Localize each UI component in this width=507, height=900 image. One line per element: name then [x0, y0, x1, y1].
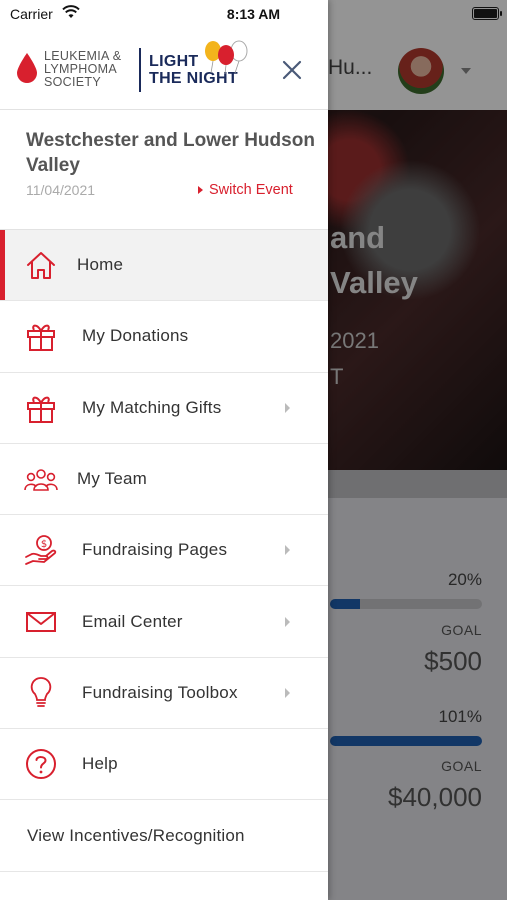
drawer-menu: Home My Donations My Matching Gifts My T…: [0, 230, 328, 872]
menu-label-view-incentives: View Incentives/Recognition: [27, 825, 245, 845]
caret-right-icon: [198, 186, 203, 194]
gift-icon: [24, 319, 58, 353]
chevron-right-icon: [285, 545, 290, 556]
switch-event-link[interactable]: Switch Event: [198, 182, 293, 198]
balloons-logo-icon: [201, 40, 249, 79]
menu-item-fundraising-pages[interactable]: $ Fundraising Pages: [0, 515, 328, 587]
switch-event-label: Switch Event: [209, 182, 293, 198]
clock: 8:13 AM: [226, 6, 281, 22]
gift-icon: [24, 391, 58, 425]
menu-label-fundraising-toolbox: Fundraising Toolbox: [82, 682, 238, 702]
menu-label-email-center: Email Center: [82, 611, 183, 631]
menu-label-my-team: My Team: [77, 469, 148, 489]
drawer-header: LEUKEMIA & LYMPHOMA SOCIETY LIGHT THE NI…: [0, 28, 328, 110]
chevron-right-icon: [285, 616, 290, 627]
team-icon: [24, 462, 58, 496]
menu-label-home: Home: [77, 255, 124, 275]
menu-label-my-matching-gifts: My Matching Gifts: [82, 397, 222, 417]
battery-cap: [500, 11, 502, 16]
menu-label-fundraising-pages: Fundraising Pages: [82, 540, 228, 560]
help-icon: [24, 747, 58, 781]
menu-item-home[interactable]: Home: [0, 230, 328, 302]
menu-label-help: Help: [82, 754, 118, 774]
chevron-right-icon: [285, 687, 290, 698]
menu-item-my-matching-gifts[interactable]: My Matching Gifts: [0, 372, 328, 444]
menu-item-help[interactable]: Help: [0, 729, 328, 801]
envelope-icon: [24, 605, 58, 639]
lls-logo-text: LEUKEMIA & LYMPHOMA SOCIETY: [44, 50, 121, 89]
menu-item-my-team[interactable]: My Team: [0, 443, 328, 516]
status-bar: Carrier 8:13 AM: [0, 0, 507, 28]
menu-item-email-center[interactable]: Email Center: [0, 586, 328, 658]
chevron-right-icon: [285, 402, 290, 413]
home-icon: [24, 248, 58, 282]
battery-icon: [472, 7, 499, 20]
lls-logo-line3: SOCIETY: [44, 75, 101, 89]
current-event: Westchester and Lower Hudson Valley 11/0…: [0, 110, 328, 230]
close-icon: [282, 60, 302, 80]
svg-text:$: $: [41, 539, 47, 550]
lightbulb-icon: [24, 676, 58, 710]
lls-drop-logo-icon: [16, 52, 38, 89]
money-hand-icon: $: [24, 533, 58, 567]
menu-item-view-incentives[interactable]: View Incentives/Recognition: [0, 800, 328, 872]
close-drawer-button[interactable]: [276, 54, 308, 86]
navigation-drawer: LEUKEMIA & LYMPHOMA SOCIETY LIGHT THE NI…: [0, 0, 328, 900]
menu-item-fundraising-toolbox[interactable]: Fundraising Toolbox: [0, 657, 328, 730]
event-date: 11/04/2021: [26, 182, 96, 198]
event-name: Westchester and Lower Hudson Valley: [26, 130, 315, 176]
menu-label-my-donations: My Donations: [82, 326, 189, 346]
logo-divider: [139, 48, 141, 92]
menu-item-my-donations[interactable]: My Donations: [0, 301, 328, 373]
